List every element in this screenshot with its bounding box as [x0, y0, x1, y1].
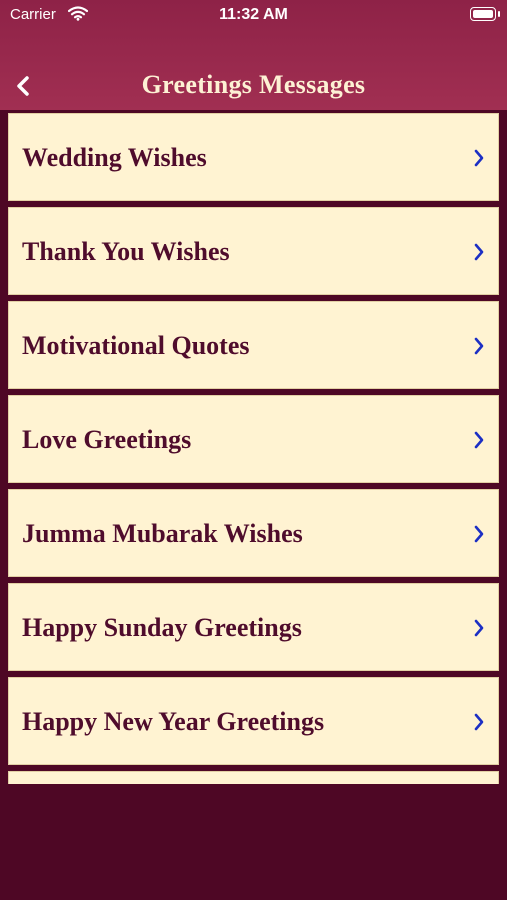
list-item-label: Happy Sunday Greetings — [22, 613, 302, 642]
navigation-bar: Greetings Messages — [0, 62, 507, 110]
list-panel: Wedding Wishes Thank You Wishes Motivati… — [5, 110, 502, 784]
chevron-right-icon — [473, 242, 485, 262]
status-bar: Carrier 11:32 AM — [0, 0, 507, 30]
list-item-label: Wedding Wishes — [22, 143, 207, 172]
list-item-jumma-mubarak-wishes[interactable]: Jumma Mubarak Wishes — [8, 489, 499, 577]
list-item-motivational-quotes[interactable]: Motivational Quotes — [8, 301, 499, 389]
chevron-right-icon — [473, 148, 485, 168]
bottom-area — [0, 784, 507, 900]
chevron-right-icon — [473, 336, 485, 356]
list-item-label: Happy New Year Greetings — [22, 707, 325, 736]
list-item-thank-you-wishes[interactable]: Thank You Wishes — [8, 207, 499, 295]
chevron-right-icon — [473, 618, 485, 638]
chevron-right-icon — [473, 430, 485, 450]
list-item-wedding-wishes[interactable]: Wedding Wishes — [8, 113, 499, 201]
list-item-love-greetings[interactable]: Love Greetings — [8, 395, 499, 483]
list-item-partial[interactable] — [8, 771, 499, 784]
list-item-happy-sunday-greetings[interactable]: Happy Sunday Greetings — [8, 583, 499, 671]
list-item-label: Love Greetings — [22, 425, 192, 454]
header: Carrier 11:32 AM Greetings Messages — [0, 0, 507, 110]
chevron-right-icon — [473, 712, 485, 732]
chevron-right-icon — [473, 524, 485, 544]
greetings-list[interactable]: Wedding Wishes Thank You Wishes Motivati… — [0, 110, 507, 784]
battery-icon — [470, 7, 500, 21]
list-item-label: Jumma Mubarak Wishes — [22, 519, 303, 548]
status-time: 11:32 AM — [219, 6, 288, 23]
list-item-happy-new-year-greetings[interactable]: Happy New Year Greetings — [8, 677, 499, 765]
list-item-label: Motivational Quotes — [22, 331, 250, 360]
page-title: Greetings Messages — [141, 70, 366, 99]
list-item-label: Thank You Wishes — [22, 237, 230, 266]
